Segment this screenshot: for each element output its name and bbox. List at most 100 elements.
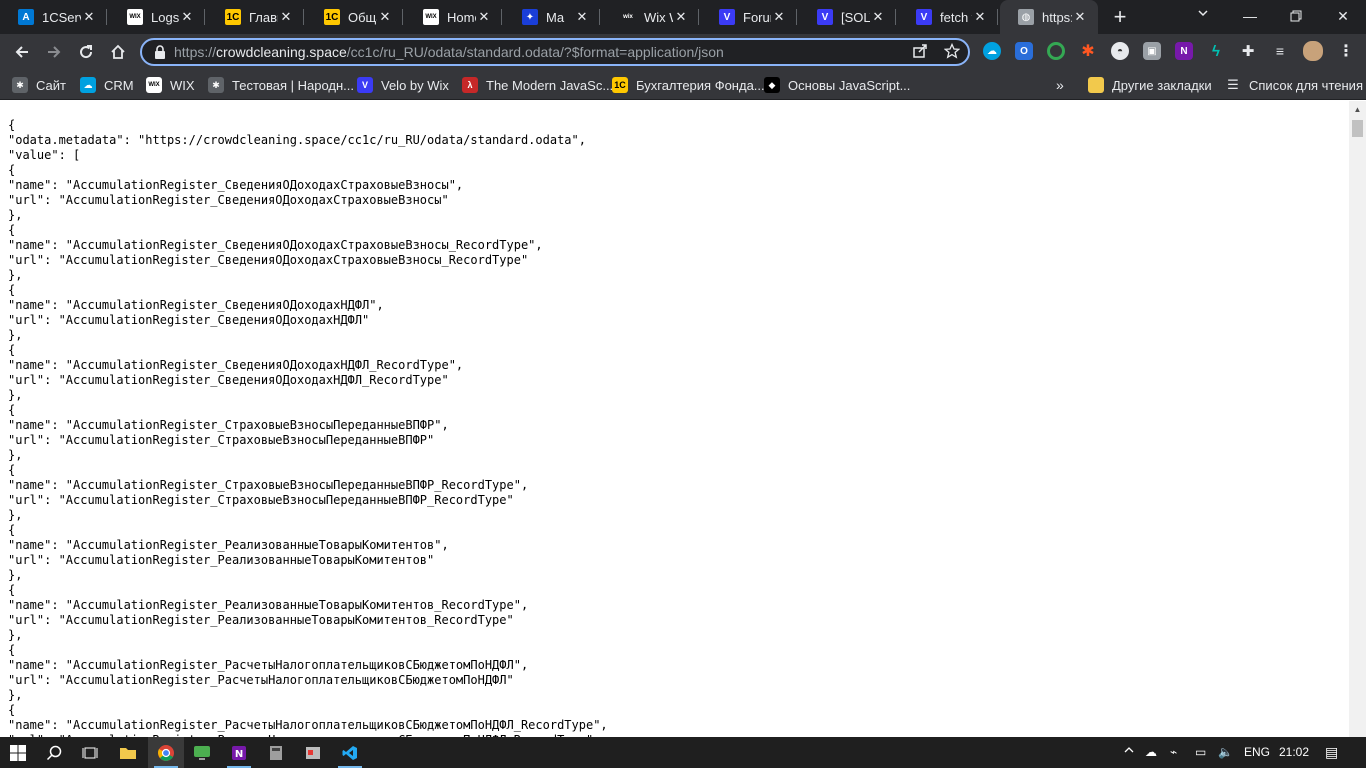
- profile-avatar[interactable]: [1303, 41, 1323, 61]
- tab-4[interactable]: 1C Общая✕: [306, 0, 403, 34]
- toolbar: https://crowdcleaning.space/cc1c/ru_RU/o…: [0, 34, 1366, 70]
- calculator-button[interactable]: [258, 737, 294, 768]
- battery-icon[interactable]: ▭: [1195, 737, 1206, 768]
- bookmark-item[interactable]: ☁ CRM: [80, 76, 134, 94]
- tab-6[interactable]: ✦ Ma ✕: [504, 0, 600, 34]
- tab-close-icon[interactable]: ✕: [179, 9, 195, 25]
- onenote-extension-icon[interactable]: N: [1175, 42, 1193, 60]
- other-bookmarks-label: Другие закладки: [1112, 77, 1212, 93]
- tab-close-icon[interactable]: ✕: [476, 9, 492, 25]
- bookmark-item[interactable]: WIX WIX: [146, 76, 195, 94]
- app-taskbar-button[interactable]: [295, 737, 331, 768]
- tab-title: fetch w: [940, 9, 972, 25]
- tab-2[interactable]: WIX Logs |✕: [109, 0, 205, 34]
- azure-icon: A: [18, 9, 34, 25]
- share-button[interactable]: [912, 43, 928, 63]
- circle-extension-icon[interactable]: [1047, 42, 1065, 60]
- velo-icon: V: [357, 77, 373, 93]
- new-tab-button[interactable]: +: [1109, 4, 1131, 30]
- github-icon: ◆: [764, 77, 780, 93]
- tab-7[interactable]: wix Wix W✕: [602, 0, 699, 34]
- minimize-button[interactable]: —: [1227, 0, 1273, 32]
- tab-close-icon[interactable]: ✕: [972, 9, 988, 25]
- tab-10[interactable]: Vfetch w✕: [898, 0, 998, 34]
- tab-close-icon[interactable]: ✕: [771, 9, 787, 25]
- tab-separator: [402, 9, 403, 25]
- bookmarks-overflow-button[interactable]: »: [1056, 76, 1064, 94]
- network-icon[interactable]: ⌁: [1170, 737, 1177, 768]
- arrow-left-icon: [15, 46, 28, 58]
- tab-close-icon[interactable]: ✕: [574, 9, 590, 25]
- tab-title: https:/: [1042, 9, 1072, 25]
- tab-3[interactable]: 1C Главна✕: [207, 0, 304, 34]
- extensions-puzzle-icon[interactable]: ✚: [1239, 42, 1257, 60]
- tab-5[interactable]: WIX Home✕: [405, 0, 502, 34]
- asterisk-extension-icon[interactable]: ✱: [1079, 42, 1097, 60]
- scroll-up-arrow-icon[interactable]: ▲: [1349, 101, 1366, 118]
- bookmark-item[interactable]: ◆ Основы JavaScript...: [764, 76, 910, 94]
- address-bar[interactable]: https://crowdcleaning.space/cc1c/ru_RU/o…: [140, 38, 970, 66]
- chrome-taskbar-button[interactable]: [148, 737, 184, 768]
- file-explorer-button[interactable]: [110, 737, 146, 768]
- task-view-button[interactable]: [72, 737, 108, 768]
- lock-icon[interactable]: [154, 45, 166, 59]
- bookmark-item[interactable]: ✱ Тестовая | Народн...: [208, 76, 354, 94]
- url-text[interactable]: https://crowdcleaning.space/cc1c/ru_RU/o…: [174, 44, 724, 60]
- home-button[interactable]: [104, 38, 132, 66]
- onenote-taskbar-button[interactable]: N: [221, 737, 257, 768]
- menu-kebab-icon[interactable]: ⋮: [1337, 42, 1355, 60]
- home-icon: [111, 44, 125, 59]
- restore-button[interactable]: [1273, 0, 1319, 32]
- start-button[interactable]: [0, 737, 36, 768]
- arrow-right-icon: [48, 46, 61, 58]
- tray-overflow-chevron-icon[interactable]: [1123, 737, 1135, 768]
- image-extension-icon[interactable]: ▣: [1143, 42, 1161, 60]
- tab-search-button[interactable]: [1196, 6, 1210, 23]
- tab-8[interactable]: V Forum✕: [701, 0, 797, 34]
- bookmark-item[interactable]: V Velo by Wix: [357, 76, 449, 94]
- language-indicator[interactable]: ENG: [1244, 737, 1270, 768]
- tab-close-icon[interactable]: ✕: [870, 9, 886, 25]
- salesforce-extension-icon[interactable]: ☁: [983, 42, 1001, 60]
- bookmark-item[interactable]: 1C Бухгалтерия Фонда...: [612, 76, 765, 94]
- forward-button[interactable]: [40, 38, 68, 66]
- back-button[interactable]: [8, 38, 36, 66]
- tab-separator: [204, 9, 205, 25]
- office-extension-icon[interactable]: O: [1015, 42, 1033, 60]
- tab-close-icon[interactable]: ✕: [81, 9, 97, 25]
- search-icon: [46, 745, 62, 760]
- close-window-button[interactable]: ✕: [1320, 0, 1366, 32]
- tab-close-icon[interactable]: ✕: [278, 9, 294, 25]
- tab-11[interactable]: ◍ https:/✕: [1000, 0, 1098, 34]
- volume-icon[interactable]: 🔈: [1218, 737, 1233, 768]
- search-button[interactable]: [36, 737, 72, 768]
- tab-close-icon[interactable]: ✕: [1072, 9, 1088, 25]
- hat-extension-icon[interactable]: ◓: [1111, 42, 1129, 60]
- 1c-icon: 1C: [324, 9, 340, 25]
- media-control-icon[interactable]: ≡: [1271, 42, 1289, 60]
- 1c-icon: 1C: [225, 9, 241, 25]
- other-bookmarks-folder[interactable]: Другие закладки: [1088, 76, 1212, 94]
- bookmark-label: Бухгалтерия Фонда...: [636, 77, 765, 93]
- tab-9[interactable]: V [SOLVE✕: [799, 0, 896, 34]
- vscode-taskbar-button[interactable]: [332, 737, 368, 768]
- wix-icon: WIX: [146, 77, 162, 93]
- bookmark-item[interactable]: λ The Modern JavaSc...: [462, 76, 613, 94]
- tab-title: Wix W: [644, 9, 673, 25]
- remote-desktop-button[interactable]: [184, 737, 220, 768]
- clock[interactable]: 21:02: [1279, 737, 1309, 768]
- tab-close-icon[interactable]: ✕: [377, 9, 393, 25]
- scroll-thumb[interactable]: [1352, 120, 1363, 137]
- reload-button[interactable]: [72, 38, 100, 66]
- onedrive-cloud-icon[interactable]: ☁: [1145, 737, 1157, 768]
- bookmark-item[interactable]: ✱ Сайт: [12, 76, 66, 94]
- lightning-extension-icon[interactable]: ϟ: [1207, 42, 1225, 60]
- tab-close-icon[interactable]: ✕: [673, 9, 689, 25]
- bookmark-star-button[interactable]: [943, 42, 961, 63]
- notifications-icon[interactable]: ▤: [1325, 737, 1338, 768]
- reading-list-label: Список для чтения: [1249, 77, 1363, 93]
- onenote-icon: N: [232, 745, 246, 760]
- tab-1[interactable]: A 1CServ✕: [0, 0, 107, 34]
- vertical-scrollbar[interactable]: ▲: [1349, 101, 1366, 737]
- reading-list-button[interactable]: ☰ Список для чтения: [1225, 76, 1363, 94]
